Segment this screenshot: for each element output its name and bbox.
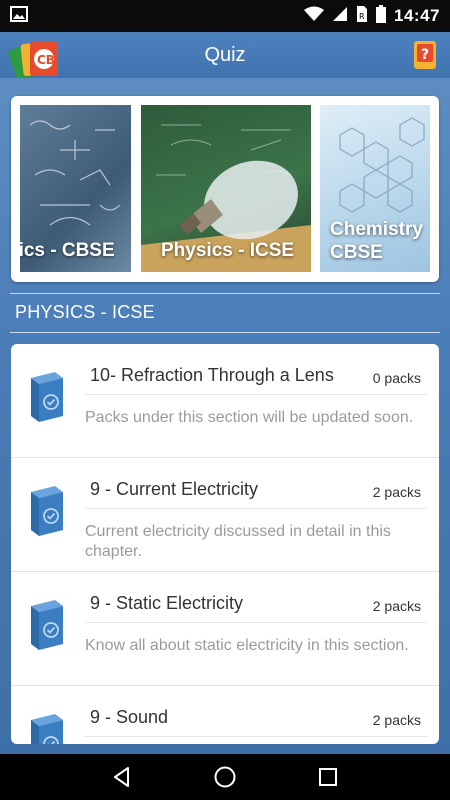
content-area: sics - CBSE Physics - ICSE bbox=[0, 78, 450, 754]
chapter-description: Packs under this section will be updated… bbox=[85, 409, 414, 426]
chapter-title: 10- Refraction Through a Lens bbox=[90, 365, 334, 385]
section-title: PHYSICS - ICSE bbox=[15, 302, 155, 322]
list-item[interactable]: 9 - Static Electricity 2 packs Know all … bbox=[11, 572, 439, 686]
svg-text:?: ? bbox=[421, 47, 429, 63]
wifi-icon bbox=[304, 6, 325, 27]
app-logo-icon[interactable]: CB bbox=[8, 38, 64, 82]
back-icon[interactable] bbox=[108, 763, 136, 791]
list-item[interactable]: 9 - Current Electricity 2 packs Current … bbox=[11, 458, 439, 572]
chapter-list: 10- Refraction Through a Lens 0 packs Pa… bbox=[11, 344, 439, 744]
recents-icon[interactable] bbox=[314, 763, 342, 791]
app-bar: CB Quiz ? bbox=[0, 32, 450, 81]
home-icon[interactable] bbox=[211, 763, 239, 791]
chapter-title: 9 - Static Electricity bbox=[90, 593, 244, 613]
svg-text:!: ! bbox=[334, 11, 337, 20]
list-item[interactable]: 9 - Sound 2 packs bbox=[11, 686, 439, 744]
list-item[interactable]: 10- Refraction Through a Lens 0 packs Pa… bbox=[11, 344, 439, 458]
page-title: Quiz bbox=[204, 43, 246, 66]
quiz-pack-icon bbox=[25, 710, 69, 744]
svg-text:R: R bbox=[359, 12, 365, 21]
subject-carousel[interactable]: sics - CBSE Physics - ICSE bbox=[11, 96, 439, 282]
subject-tile-chemistry-cbse[interactable]: Chemistry CBSE bbox=[320, 105, 430, 272]
help-icon[interactable]: ? bbox=[410, 40, 440, 70]
item-divider bbox=[85, 736, 427, 737]
divider bbox=[10, 293, 440, 294]
battery-icon bbox=[376, 4, 387, 28]
item-divider bbox=[85, 622, 427, 623]
chapter-title: 9 - Sound bbox=[90, 707, 169, 727]
chapter-title: 9 - Current Electricity bbox=[90, 479, 259, 499]
sim-icon: R bbox=[356, 5, 368, 28]
navigation-bar bbox=[0, 754, 450, 800]
subject-tile-label: Chemistry CBSE bbox=[330, 219, 423, 263]
pack-count: 2 packs bbox=[372, 712, 421, 728]
subject-tile-physics-cbse[interactable]: sics - CBSE bbox=[20, 105, 131, 272]
pack-count: 2 packs bbox=[372, 598, 421, 614]
pack-count: 0 packs bbox=[372, 370, 421, 386]
quiz-pack-icon bbox=[25, 482, 69, 538]
subject-tile-physics-icse[interactable]: Physics - ICSE bbox=[141, 105, 311, 272]
subject-tile-label: sics - CBSE bbox=[20, 240, 115, 261]
chapter-description: Know all about static electricity in thi… bbox=[85, 637, 409, 654]
signal-icon: ! bbox=[332, 6, 348, 27]
status-time: 14:47 bbox=[394, 6, 440, 25]
item-divider bbox=[85, 508, 427, 509]
status-bar: ! R 14:47 bbox=[0, 0, 450, 32]
chapter-description: Current electricity discussed in detail … bbox=[85, 523, 391, 560]
item-divider bbox=[85, 394, 427, 395]
quiz-pack-icon bbox=[25, 368, 69, 424]
svg-text:CB: CB bbox=[37, 53, 55, 67]
gallery-notification-icon bbox=[10, 5, 28, 27]
quiz-pack-icon bbox=[25, 596, 69, 652]
divider bbox=[10, 332, 440, 333]
pack-count: 2 packs bbox=[372, 484, 421, 500]
subject-tile-label: Physics - ICSE bbox=[161, 240, 295, 261]
